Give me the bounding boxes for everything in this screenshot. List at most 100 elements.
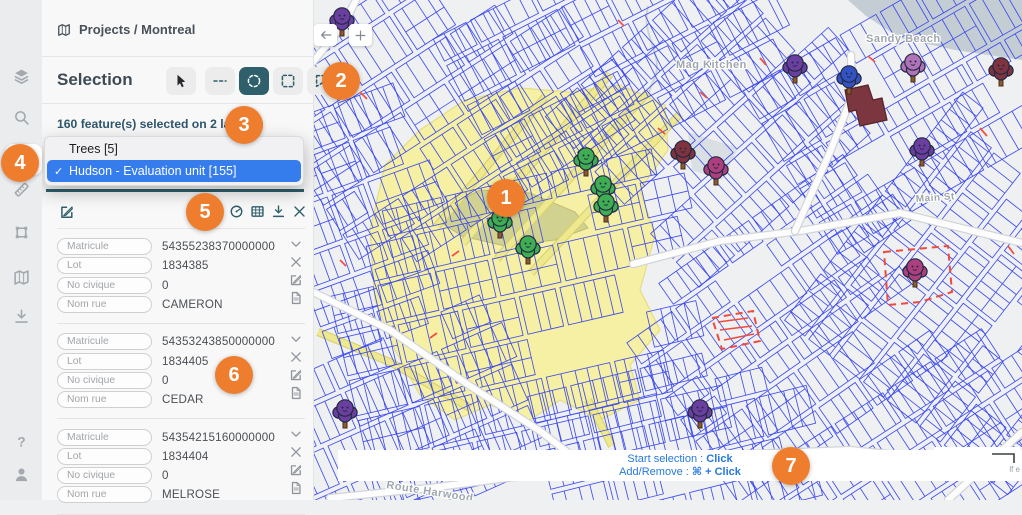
chevron-icon: [289, 237, 303, 251]
download-button[interactable]: [271, 204, 286, 219]
field-label-pill: Nom rue: [57, 296, 152, 313]
rail-item-help[interactable]: ?: [0, 427, 42, 455]
map-canvas[interactable]: Sandy BeachMag KitchenMain StRoute Harwo…: [313, 0, 1022, 500]
user-icon: [13, 466, 30, 483]
feature-card: Matricule54353243850000000Lot1834405No c…: [57, 324, 305, 419]
tool-dashed-line[interactable]: [205, 67, 235, 95]
feature-edit-button[interactable]: [289, 463, 303, 477]
feature-field: Matricule54354215160000000: [57, 427, 305, 446]
edit-icon: [59, 204, 75, 220]
dashed-circle-icon: [246, 73, 262, 89]
rail-item-polygon-edit[interactable]: [0, 218, 42, 246]
zoom-in-button[interactable]: [349, 24, 372, 46]
selection-tools: [166, 67, 337, 95]
statistics-icon: [229, 204, 244, 219]
rail-item-search[interactable]: [0, 103, 42, 131]
scale-bar-line: [936, 450, 1016, 464]
table-button[interactable]: [250, 204, 265, 219]
field-label-pill: Nom rue: [57, 391, 152, 408]
back-icon: [319, 28, 333, 42]
rail-item-download[interactable]: [0, 302, 42, 330]
annotation-badge-6: 6: [215, 356, 253, 394]
field-value: CAMERON: [162, 298, 223, 311]
cursor-icon: [173, 73, 189, 89]
statistics-button[interactable]: [229, 204, 244, 219]
feature-document-button[interactable]: [289, 291, 303, 305]
measure-icon: [13, 181, 30, 198]
icon-rail: ?: [0, 0, 42, 500]
collapse-panel-button[interactable]: [314, 24, 337, 46]
field-value: MELROSE: [162, 488, 220, 501]
close-icon: [292, 204, 307, 219]
feature-field: Nom rue MELROSE: [57, 485, 305, 504]
map-icon: [57, 23, 71, 37]
table-icon: [250, 204, 265, 219]
feature-chevron-button[interactable]: [289, 427, 303, 441]
close-icon: [289, 255, 303, 269]
feature-close-button[interactable]: [289, 255, 303, 269]
annotation-badge-3: 3: [225, 106, 263, 144]
feature-field: No civique0: [57, 276, 305, 295]
rail-item-layers[interactable]: [0, 62, 42, 90]
feature-close-button[interactable]: [289, 445, 303, 459]
field-value: CEDAR: [162, 393, 204, 406]
feature-card: Matricule54354215160000000Lot1834404No c…: [57, 419, 305, 514]
feature-field: Lot1834404: [57, 447, 305, 466]
close-button[interactable]: [292, 204, 307, 219]
document-icon: [289, 386, 303, 400]
field-label-pill: Matricule: [57, 333, 152, 350]
feature-field: No civique0: [57, 466, 305, 485]
rail-item-user[interactable]: [0, 460, 42, 488]
field-value: 0: [162, 469, 169, 482]
breadcrumb[interactable]: Projects / Montreal: [57, 22, 195, 37]
layer-dropdown-menu: Trees [5]✓Hudson - Evaluation unit [155]: [44, 136, 304, 186]
dashed-rect-icon: [280, 73, 296, 89]
rail-item-map[interactable]: [0, 263, 42, 291]
feature-list: Matricule54355238370000000Lot1834385No c…: [57, 229, 305, 515]
hint-line-2: Add/Remove : ⌘ + Click: [619, 466, 741, 479]
results-toolbar: [42, 202, 313, 226]
document-icon: [289, 481, 303, 495]
layers-icon: [13, 68, 30, 85]
tool-dashed-rect[interactable]: [273, 67, 303, 95]
map-icon: [13, 269, 30, 286]
feature-chevron-button[interactable]: [289, 237, 303, 251]
feature-document-button[interactable]: [289, 481, 303, 495]
field-value: 1834405: [162, 355, 209, 368]
document-icon: [289, 291, 303, 305]
field-label-pill: No civique: [57, 277, 152, 294]
feature-card: Matricule54355238370000000Lot1834385No c…: [57, 229, 305, 324]
edit-button[interactable]: [59, 204, 75, 220]
field-label-pill: Lot: [57, 257, 152, 274]
feature-field: Lot1834385: [57, 256, 305, 275]
field-label-pill: Nom rue: [57, 486, 152, 503]
selection-title: Selection: [57, 70, 133, 90]
feature-document-button[interactable]: [289, 386, 303, 400]
tool-dashed-circle[interactable]: [239, 67, 269, 95]
map-area[interactable]: Sandy BeachMag KitchenMain StRoute Harwo…: [313, 0, 1022, 500]
field-label-pill: Matricule: [57, 238, 152, 255]
feature-field: Nom rue CEDAR: [57, 390, 305, 409]
field-value: 54354215160000000: [162, 431, 275, 444]
field-value: 54355238370000000: [162, 240, 275, 253]
annotation-badge-1: 1: [487, 179, 525, 217]
feature-close-button[interactable]: [289, 350, 303, 364]
project-map-icon: [57, 23, 71, 37]
hint-line-1: Start selection : Click: [627, 453, 732, 466]
field-label-pill: No civique: [57, 372, 152, 389]
layer-option[interactable]: ✓Hudson - Evaluation unit [155]: [47, 160, 301, 182]
feature-field: Matricule54353243850000000: [57, 332, 305, 351]
dashed-line-icon: [212, 73, 228, 89]
feature-field: No civique0: [57, 371, 305, 390]
tool-cursor[interactable]: [166, 67, 196, 95]
feature-edit-button[interactable]: [289, 368, 303, 382]
left-panel: Projects / Montreal Selection 160 featur…: [42, 0, 314, 500]
feature-edit-button[interactable]: [289, 273, 303, 287]
chevron-icon: [289, 332, 303, 346]
annotation-badge-5: 5: [186, 193, 224, 231]
annotation-badge-4: 4: [1, 144, 39, 182]
check-icon: ✓: [54, 165, 63, 178]
feature-chevron-button[interactable]: [289, 332, 303, 346]
layer-option[interactable]: Trees [5]: [45, 138, 303, 160]
selection-hint-bar: Start selection : Click Add/Remove : ⌘ +…: [338, 450, 1022, 481]
